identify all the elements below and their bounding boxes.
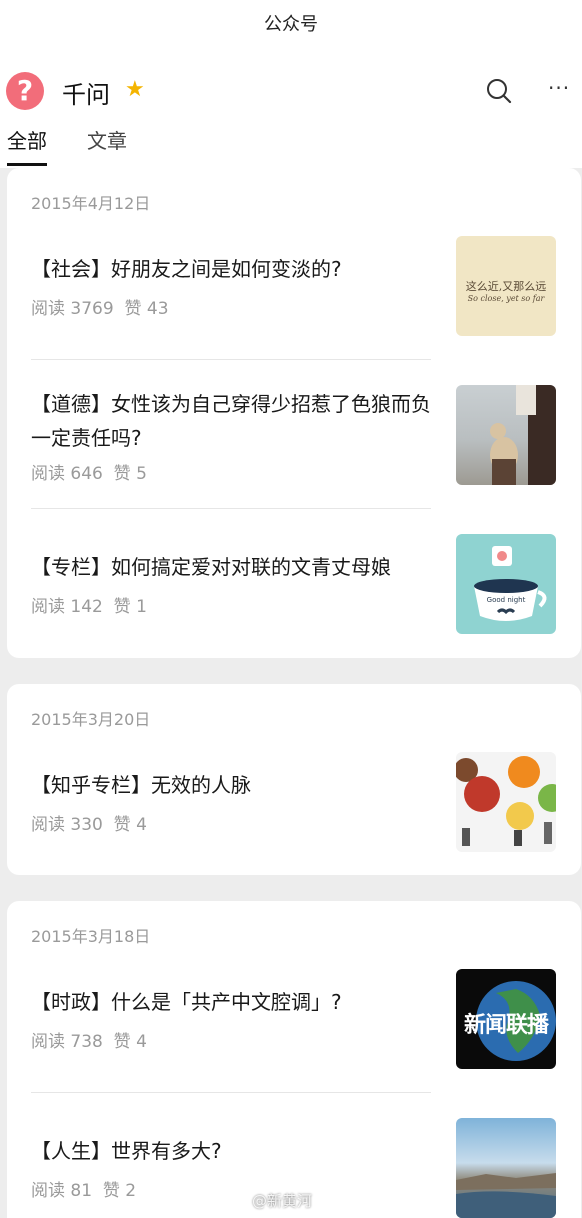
thumbnail-caption: 新闻联播: [463, 1013, 549, 1038]
search-icon[interactable]: [486, 78, 512, 104]
watermark: @新黄河: [252, 1192, 313, 1210]
read-count: 阅读 646: [31, 464, 103, 484]
article-thumbnail[interactable]: 新闻联播: [456, 969, 556, 1069]
cup-illustration: [474, 546, 547, 621]
article-title[interactable]: 【时政】什么是「共产中文腔调」?: [31, 985, 431, 1019]
speech-bubbles-illustration: [456, 756, 556, 846]
like-count: 赞 5: [113, 464, 147, 484]
thumbnail-subcaption: So close, yet so far: [467, 294, 545, 303]
divider: [31, 1092, 431, 1093]
read-count: 阅读 738: [31, 1032, 103, 1052]
article-item[interactable]: 【道德】女性该为自己穿得少招惹了色狼而负一定责任吗? 阅读 646 赞 5: [7, 385, 581, 485]
article-title[interactable]: 【专栏】如何搞定爱对对联的文青丈母娘: [31, 550, 431, 584]
article-title[interactable]: 【人生】世界有多大?: [31, 1134, 431, 1168]
divider: [31, 359, 431, 360]
article-group: 2015年4月12日 【社会】好朋友之间是如何变淡的? 阅读 3769 赞 43…: [7, 168, 581, 658]
tab-articles[interactable]: 文章: [87, 126, 127, 166]
tab-bar: 全部 文章: [0, 126, 582, 168]
article-thumbnail[interactable]: [456, 385, 556, 485]
article-meta: 阅读 3769 赞 43: [31, 294, 169, 319]
like-count: 赞 2: [102, 1181, 137, 1201]
article-thumbnail[interactable]: Good night: [456, 534, 556, 634]
article-meta: 阅读 646 赞 5: [31, 459, 147, 484]
article-title[interactable]: 【社会】好朋友之间是如何变淡的?: [31, 252, 431, 286]
article-thumbnail[interactable]: [456, 1118, 556, 1218]
article-item[interactable]: 【知乎专栏】无效的人脉 阅读 330 赞 4: [7, 752, 581, 852]
landscape-photo: [456, 1173, 556, 1218]
article-meta: 阅读 81 赞 2: [31, 1176, 136, 1201]
more-icon[interactable]: ···: [548, 78, 576, 104]
header: 公众号 ? 千问 ★ ··· 全部 文章: [0, 0, 582, 168]
account-name[interactable]: 千问: [62, 75, 110, 110]
read-count: 阅读 3769: [31, 299, 114, 319]
like-count: 赞 43: [124, 299, 169, 319]
like-count: 赞 4: [113, 1032, 147, 1052]
account-row: ? 千问 ★ ···: [0, 70, 582, 114]
thumbnail-caption: Good night: [486, 596, 526, 604]
star-icon[interactable]: ★: [125, 79, 145, 101]
article-thumbnail[interactable]: 这么近,又那么远 So close, yet so far: [456, 236, 556, 336]
article-title[interactable]: 【道德】女性该为自己穿得少招惹了色狼而负一定责任吗?: [31, 387, 431, 455]
tab-all[interactable]: 全部: [7, 126, 47, 166]
group-date: 2015年3月20日: [31, 710, 151, 729]
group-date: 2015年3月18日: [31, 927, 151, 946]
article-meta: 阅读 738 赞 4: [31, 1027, 147, 1052]
article-group: 2015年3月20日 【知乎专栏】无效的人脉 阅读 330 赞 4: [7, 684, 581, 875]
divider: [31, 508, 431, 509]
nav-title: 公众号: [264, 14, 318, 35]
article-item[interactable]: 【时政】什么是「共产中文腔调」? 阅读 738 赞 4 新闻联播: [7, 969, 581, 1069]
read-count: 阅读 81: [31, 1181, 93, 1201]
article-item[interactable]: 【社会】好朋友之间是如何变淡的? 阅读 3769 赞 43 这么近,又那么远 S…: [7, 236, 581, 336]
avatar[interactable]: ?: [6, 72, 44, 110]
article-meta: 阅读 330 赞 4: [31, 810, 147, 835]
article-group: 2015年3月18日 【时政】什么是「共产中文腔调」? 阅读 738 赞 4 新…: [7, 901, 581, 1218]
article-title[interactable]: 【知乎专栏】无效的人脉: [31, 768, 431, 802]
thumbnail-caption: 这么近,又那么远: [465, 280, 547, 293]
article-meta: 阅读 142 赞 1: [31, 592, 147, 617]
article-thumbnail[interactable]: [456, 752, 556, 852]
like-count: 赞 1: [113, 597, 147, 617]
read-count: 阅读 330: [31, 815, 103, 835]
read-count: 阅读 142: [31, 597, 103, 617]
like-count: 赞 4: [113, 815, 147, 835]
article-item[interactable]: 【专栏】如何搞定爱对对联的文青丈母娘 阅读 142 赞 1 Good night: [7, 534, 581, 634]
thumbnail-photo: [490, 385, 556, 485]
group-date: 2015年4月12日: [31, 194, 151, 213]
